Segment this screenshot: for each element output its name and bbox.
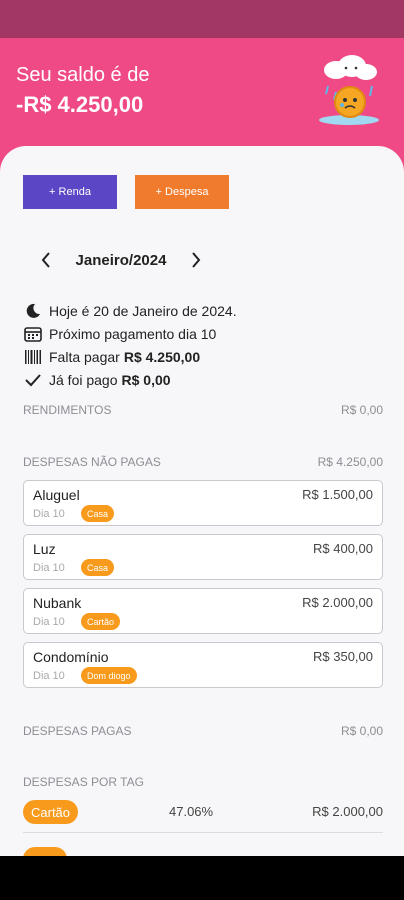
expense-card[interactable]: Condomínio R$ 350,00 Dia 10 Dom diogo bbox=[23, 642, 383, 688]
expense-day: Dia 10 bbox=[33, 508, 65, 520]
to-pay-label: Falta pagar bbox=[49, 349, 120, 365]
calendar-icon bbox=[23, 325, 43, 343]
expense-tag: Cartão bbox=[81, 613, 121, 630]
barcode-icon bbox=[23, 348, 43, 366]
status-bar bbox=[0, 0, 404, 38]
tag-percent: 47.06% bbox=[169, 804, 214, 819]
paid-row: Já foi pago R$ 0,00 bbox=[23, 371, 171, 389]
today-text: Hoje é 20 de Janeiro de 2024. bbox=[49, 303, 237, 319]
paid-section-label: DESPESAS PAGAS bbox=[23, 724, 132, 738]
tag-amount: R$ 2.000,00 bbox=[312, 804, 383, 819]
tag-pill: Cartão bbox=[23, 800, 79, 824]
by-tag-section-header: DESPESAS POR TAG bbox=[23, 775, 383, 789]
add-expense-button[interactable]: + Despesa bbox=[135, 175, 229, 209]
balance-value: -R$ 4.250,00 bbox=[16, 92, 144, 117]
paid-value: R$ 0,00 bbox=[121, 372, 171, 388]
expense-tag: Casa bbox=[81, 559, 115, 576]
expense-name: Nubank bbox=[33, 595, 82, 611]
unpaid-section-value: R$ 4.250,00 bbox=[317, 455, 383, 469]
by-tag-section-label: DESPESAS POR TAG bbox=[23, 775, 144, 789]
expense-amount: R$ 400,00 bbox=[313, 541, 373, 556]
unpaid-section-header[interactable]: DESPESAS NÃO PAGAS R$ 4.250,00 bbox=[23, 455, 383, 469]
tag-summary-row[interactable]: Cartão 47.06% R$ 2.000,00 bbox=[23, 800, 383, 826]
expense-day: Dia 10 bbox=[33, 562, 65, 574]
expense-day: Dia 10 bbox=[33, 670, 65, 682]
paid-label: Já foi pago bbox=[49, 372, 118, 388]
expense-name: Luz bbox=[33, 541, 56, 557]
expense-amount: R$ 350,00 bbox=[313, 649, 373, 664]
add-income-button[interactable]: + Renda bbox=[23, 175, 117, 209]
to-pay-row: Falta pagar R$ 4.250,00 bbox=[23, 348, 200, 366]
expense-tag: Dom diogo bbox=[81, 667, 137, 684]
paid-section-value: R$ 0,00 bbox=[340, 724, 383, 738]
income-section-label: RENDIMENTOS bbox=[23, 403, 112, 417]
expense-tag: Casa bbox=[81, 505, 115, 522]
rain-cloud-mascot-icon bbox=[319, 55, 379, 125]
income-section-header[interactable]: RENDIMENTOS R$ 0,00 bbox=[23, 403, 383, 417]
expense-card[interactable]: Luz R$ 400,00 Dia 10 Casa bbox=[23, 534, 383, 580]
income-section-value: R$ 0,00 bbox=[340, 403, 383, 417]
expense-name: Condomínio bbox=[33, 649, 109, 665]
divider bbox=[23, 832, 383, 833]
unpaid-section-label: DESPESAS NÃO PAGAS bbox=[23, 455, 161, 469]
tag-pill-partial bbox=[23, 847, 67, 856]
chevron-right-icon[interactable] bbox=[186, 248, 206, 272]
month-navigator: Janeiro/2024 bbox=[36, 248, 206, 272]
next-payment-row: Próximo pagamento dia 10 bbox=[23, 325, 216, 343]
chevron-left-icon[interactable] bbox=[36, 248, 56, 272]
check-icon bbox=[23, 371, 43, 389]
to-pay-value: R$ 4.250,00 bbox=[123, 349, 201, 365]
expense-card[interactable]: Nubank R$ 2.000,00 Dia 10 Cartão bbox=[23, 588, 383, 634]
moon-icon bbox=[23, 302, 43, 320]
expense-day: Dia 10 bbox=[33, 616, 65, 628]
month-label: Janeiro/2024 bbox=[75, 251, 167, 269]
next-payment-text: Próximo pagamento dia 10 bbox=[49, 326, 217, 342]
expense-amount: R$ 1.500,00 bbox=[302, 487, 373, 502]
app-screen: Seu saldo é de -R$ 4.250,00 + Renda + De… bbox=[0, 0, 404, 856]
paid-section-header[interactable]: DESPESAS PAGAS R$ 0,00 bbox=[23, 724, 383, 738]
balance-label: Seu saldo é de bbox=[16, 64, 150, 86]
expense-amount: R$ 2.000,00 bbox=[302, 595, 373, 610]
expense-card[interactable]: Aluguel R$ 1.500,00 Dia 10 Casa bbox=[23, 480, 383, 526]
expense-name: Aluguel bbox=[33, 487, 80, 503]
today-row: Hoje é 20 de Janeiro de 2024. bbox=[23, 302, 237, 320]
